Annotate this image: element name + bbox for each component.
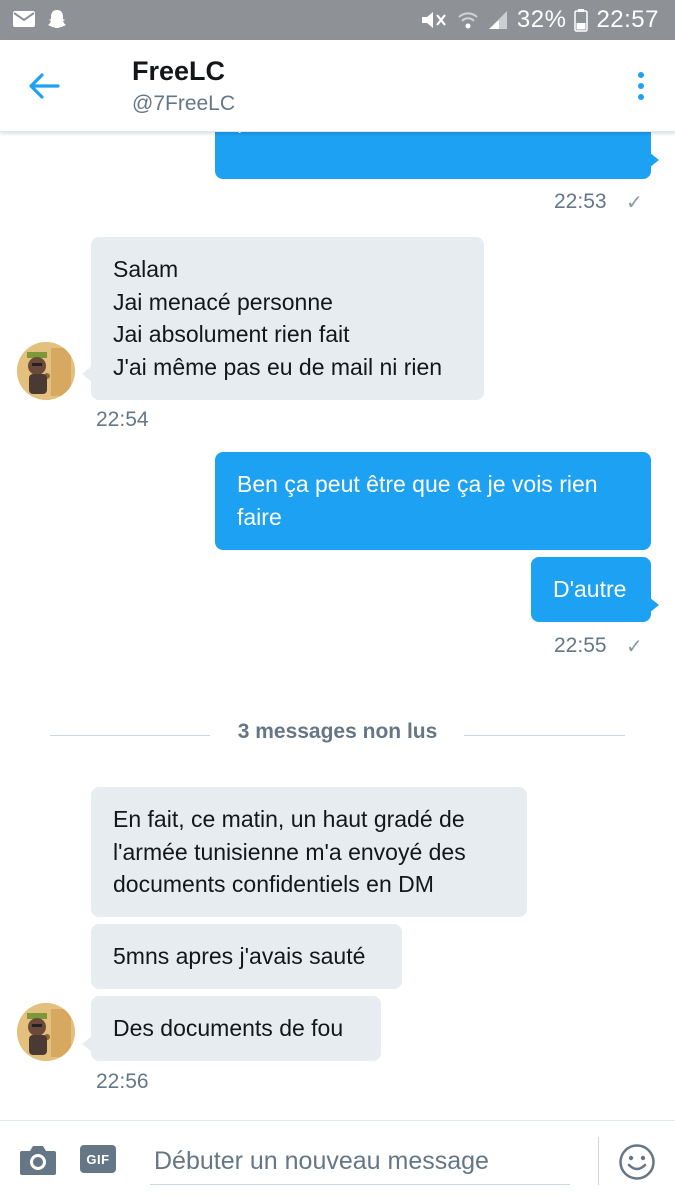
camera-button[interactable] bbox=[18, 1143, 58, 1177]
cell-signal-icon bbox=[488, 11, 507, 29]
mail-notification-icon bbox=[13, 11, 35, 27]
message-text: D'autre bbox=[553, 576, 627, 602]
conversation-header: FreeLC @7FreeLC bbox=[0, 40, 675, 132]
message-text: Jai absolument rien fait bbox=[113, 321, 350, 347]
composer-divider bbox=[598, 1137, 599, 1185]
message-bubble-outgoing[interactable]: D'autre bbox=[531, 557, 651, 622]
contact-name[interactable]: FreeLC bbox=[132, 56, 225, 87]
message-text: Jai menacé personne bbox=[113, 288, 333, 315]
avatar-image-icon bbox=[17, 1003, 75, 1061]
contact-handle[interactable]: @7FreeLC bbox=[132, 92, 235, 116]
emoji-button[interactable] bbox=[618, 1143, 656, 1181]
message-bubble-incoming[interactable]: En fait, ce matin, un haut gradé de l'ar… bbox=[91, 787, 527, 917]
mute-icon bbox=[421, 12, 446, 28]
message-text: En fait, ce matin, un haut gradé de bbox=[113, 806, 465, 832]
message-timestamp: 22:53 bbox=[554, 190, 607, 213]
avatar[interactable] bbox=[17, 1003, 75, 1061]
message-text: permanence bbox=[237, 132, 365, 137]
message-composer: GIF bbox=[0, 1120, 675, 1200]
avatar-image-icon bbox=[17, 342, 75, 400]
message-timestamp: 22:56 bbox=[96, 1070, 149, 1093]
message-text: documents confidentiels en DM bbox=[113, 871, 434, 897]
message-text: J'ai même pas eu de mail ni rien bbox=[113, 353, 443, 380]
message-text: 5mns apres j'avais sauté bbox=[113, 943, 366, 969]
camera-icon bbox=[20, 1146, 56, 1175]
unread-count-label: 3 messages non lus bbox=[237, 720, 438, 743]
message-list[interactable]: permanence 22:53 ✓ Salam Jai menacé pers… bbox=[0, 132, 675, 1120]
message-text: faire bbox=[237, 503, 282, 530]
smiley-icon bbox=[619, 1144, 655, 1180]
message-input[interactable] bbox=[150, 1139, 570, 1185]
message-bubble-incoming[interactable]: Salam Jai menacé personne Jai absolument… bbox=[91, 237, 484, 400]
read-receipt-icon: ✓ bbox=[626, 192, 643, 214]
status-bar: 32% 22:57 bbox=[0, 0, 675, 40]
message-text: l'armée tunisienne m'a envoyé des bbox=[113, 838, 466, 865]
message-text: Salam bbox=[113, 256, 179, 282]
message-bubble-outgoing[interactable]: Ben ça peut être que ça je vois rien fai… bbox=[215, 452, 651, 550]
more-vertical-icon bbox=[638, 72, 644, 78]
avatar[interactable] bbox=[17, 342, 75, 400]
message-text: Des documents de fou bbox=[113, 1015, 344, 1041]
more-options-button[interactable] bbox=[629, 66, 653, 106]
unread-divider: 3 messages non lus bbox=[50, 720, 625, 750]
message-bubble-incoming[interactable]: Des documents de fou bbox=[91, 996, 381, 1061]
clock: 22:57 bbox=[596, 6, 659, 33]
back-button[interactable] bbox=[20, 64, 68, 108]
read-receipt-icon: ✓ bbox=[626, 636, 643, 658]
arrow-left-icon bbox=[29, 73, 60, 99]
message-bubble-incoming[interactable]: 5mns apres j'avais sauté bbox=[91, 924, 402, 989]
system-icons: 32% 22:57 bbox=[419, 4, 659, 36]
message-timestamp: 22:54 bbox=[96, 408, 149, 431]
snapchat-notification-icon bbox=[48, 10, 66, 28]
message-bubble-outgoing[interactable]: permanence bbox=[215, 132, 651, 179]
message-text: Ben ça peut être que ça je vois rien bbox=[237, 471, 598, 497]
message-timestamp: 22:55 bbox=[554, 634, 607, 657]
battery-percent: 32% bbox=[516, 6, 567, 33]
notification-icons bbox=[12, 8, 68, 30]
gif-button[interactable]: GIF bbox=[80, 1145, 116, 1173]
battery-icon bbox=[574, 9, 589, 32]
wifi-icon bbox=[458, 12, 478, 29]
